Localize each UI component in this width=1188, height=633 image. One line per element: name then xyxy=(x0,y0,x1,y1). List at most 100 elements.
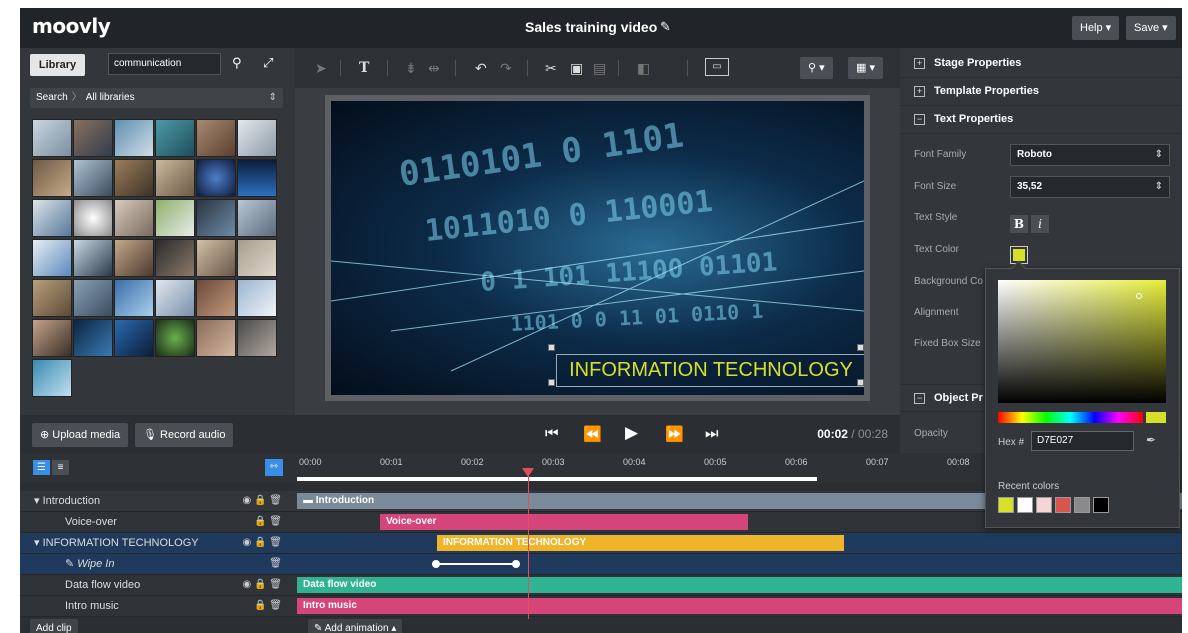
resize-handle[interactable] xyxy=(548,379,555,386)
lock-icon[interactable]: 🔒 xyxy=(254,537,266,548)
media-thumbnail[interactable] xyxy=(32,359,72,397)
media-thumbnail[interactable] xyxy=(237,279,277,317)
hex-input[interactable]: D7E027 xyxy=(1031,431,1134,451)
align-vertical-icon[interactable]: ⇟ xyxy=(405,60,417,77)
bold-button[interactable]: B xyxy=(1010,215,1028,233)
help-button[interactable]: Help ▾ xyxy=(1072,16,1120,40)
eye-icon[interactable]: ◉ xyxy=(243,495,252,506)
expand-icon[interactable]: + xyxy=(914,86,925,97)
redo-icon[interactable]: ↷ xyxy=(500,60,512,77)
rewind-icon[interactable]: ⏪ xyxy=(583,425,602,443)
media-thumbnail[interactable] xyxy=(32,279,72,317)
resize-handle[interactable] xyxy=(857,344,864,351)
track-information-technology[interactable]: ▾ INFORMATION TECHNOLOGY ◉ 🔒 🗑 INFORMATI… xyxy=(20,533,1182,554)
animation-start-keyframe[interactable] xyxy=(432,560,440,568)
media-thumbnail[interactable] xyxy=(32,159,72,197)
pencil-icon[interactable]: ✎ xyxy=(660,19,671,35)
add-clip-button[interactable]: Add clip xyxy=(30,619,78,633)
media-thumbnail[interactable] xyxy=(237,239,277,277)
media-thumbnail[interactable] xyxy=(196,239,236,277)
expand-icon[interactable]: ⤢ xyxy=(263,55,273,71)
eyedropper-icon[interactable]: ✒ xyxy=(1146,433,1156,447)
caret-down-icon[interactable]: ▾ xyxy=(34,495,43,507)
snap-icon[interactable]: ⇿ xyxy=(265,459,283,476)
trash-icon[interactable]: 🗑 xyxy=(269,600,282,611)
caret-down-icon[interactable]: ▾ xyxy=(34,537,43,549)
media-thumbnail[interactable] xyxy=(155,319,195,357)
media-thumbnail[interactable] xyxy=(155,159,195,197)
trash-icon[interactable]: 🗑 xyxy=(269,537,282,548)
eye-icon[interactable]: ◉ xyxy=(243,579,252,590)
animation-end-keyframe[interactable] xyxy=(512,560,520,568)
text-tool-icon[interactable]: T xyxy=(359,60,369,76)
font-size-input[interactable]: 35,52 ⇕ xyxy=(1010,176,1170,198)
project-title[interactable]: Sales training video xyxy=(525,19,657,35)
record-audio-button[interactable]: 🎙 Record audio xyxy=(135,423,234,447)
media-thumbnail[interactable] xyxy=(196,159,236,197)
upload-media-button[interactable]: ⊕ Upload media xyxy=(32,423,129,447)
clip-voice-over[interactable]: Voice-over xyxy=(380,514,748,530)
track-data-flow-video[interactable]: Data flow video ◉ 🔒 🗑 Data flow video xyxy=(20,575,1182,596)
media-thumbnail[interactable] xyxy=(155,239,195,277)
media-thumbnail[interactable] xyxy=(237,199,277,237)
recent-color-swatch[interactable] xyxy=(998,497,1014,513)
recent-color-swatch[interactable] xyxy=(1017,497,1033,513)
align-horizontal-icon[interactable]: ⇹ xyxy=(428,60,440,77)
play-icon[interactable]: ▶ xyxy=(625,423,638,443)
lock-icon[interactable]: 🔒 xyxy=(254,516,266,527)
media-thumbnail[interactable] xyxy=(196,119,236,157)
media-thumbnail[interactable] xyxy=(73,119,113,157)
skip-end-icon[interactable]: ⏭ xyxy=(705,425,719,442)
media-thumbnail[interactable] xyxy=(32,239,72,277)
recent-color-swatch[interactable] xyxy=(1074,497,1090,513)
media-thumbnail[interactable] xyxy=(114,319,154,357)
text-object-information-technology[interactable]: INFORMATION TECHNOLOGY xyxy=(556,354,864,387)
template-properties-section[interactable]: + Template Properties xyxy=(900,78,1182,106)
recent-color-swatch[interactable] xyxy=(1036,497,1052,513)
library-search-input[interactable]: communication xyxy=(108,53,221,75)
media-thumbnail[interactable] xyxy=(196,199,236,237)
media-thumbnail[interactable] xyxy=(196,279,236,317)
media-thumbnail[interactable] xyxy=(32,319,72,357)
fast-forward-icon[interactable]: ⏩ xyxy=(665,425,684,443)
list-view-icon[interactable]: ☰ xyxy=(33,460,50,475)
lock-icon[interactable]: 🔒 xyxy=(254,495,266,506)
clip-information-technology[interactable]: INFORMATION TECHNOLOGY xyxy=(437,535,844,551)
italic-button[interactable]: i xyxy=(1031,215,1049,233)
playback-range[interactable] xyxy=(297,477,817,481)
media-thumbnail[interactable] xyxy=(155,279,195,317)
breadcrumb-root[interactable]: Search xyxy=(36,92,68,103)
resize-handle[interactable] xyxy=(548,344,555,351)
media-thumbnail[interactable] xyxy=(73,159,113,197)
media-thumbnail[interactable] xyxy=(73,199,113,237)
track-label[interactable]: ✎ Wipe In xyxy=(20,554,295,574)
media-thumbnail[interactable] xyxy=(155,199,195,237)
stage-properties-section[interactable]: + Stage Properties xyxy=(900,50,1182,78)
trash-icon[interactable]: 🗑 xyxy=(269,558,282,569)
cut-icon[interactable]: ✂ xyxy=(545,60,557,77)
clip-intro-music[interactable]: Intro music xyxy=(297,598,1182,614)
color-cursor[interactable] xyxy=(1136,293,1142,299)
media-thumbnail[interactable] xyxy=(32,199,72,237)
search-icon[interactable]: ⚲ xyxy=(232,55,242,71)
eye-icon[interactable]: ◉ xyxy=(243,537,252,548)
media-thumbnail[interactable] xyxy=(196,319,236,357)
media-thumbnail[interactable] xyxy=(32,119,72,157)
paste-icon[interactable]: ▤ xyxy=(593,60,606,77)
text-properties-section[interactable]: − Text Properties xyxy=(900,106,1182,134)
skip-start-icon[interactable]: ⏮ xyxy=(545,425,559,442)
animation-range[interactable] xyxy=(436,563,516,565)
hue-slider[interactable] xyxy=(998,412,1143,423)
media-thumbnail[interactable] xyxy=(73,239,113,277)
media-thumbnail[interactable] xyxy=(114,159,154,197)
font-family-select[interactable]: Roboto ⇕ xyxy=(1010,144,1170,166)
trash-icon[interactable]: 🗑 xyxy=(269,495,282,506)
media-thumbnail[interactable] xyxy=(73,279,113,317)
media-thumbnail[interactable] xyxy=(114,199,154,237)
collapse-icon[interactable]: − xyxy=(914,114,925,125)
lock-icon[interactable]: 🔒 xyxy=(254,600,266,611)
resize-handle[interactable] xyxy=(857,379,864,386)
track-intro-music[interactable]: Intro music 🔒 🗑 Intro music xyxy=(20,596,1182,617)
collapse-icon[interactable]: − xyxy=(914,393,925,404)
recent-color-swatch[interactable] xyxy=(1093,497,1109,513)
